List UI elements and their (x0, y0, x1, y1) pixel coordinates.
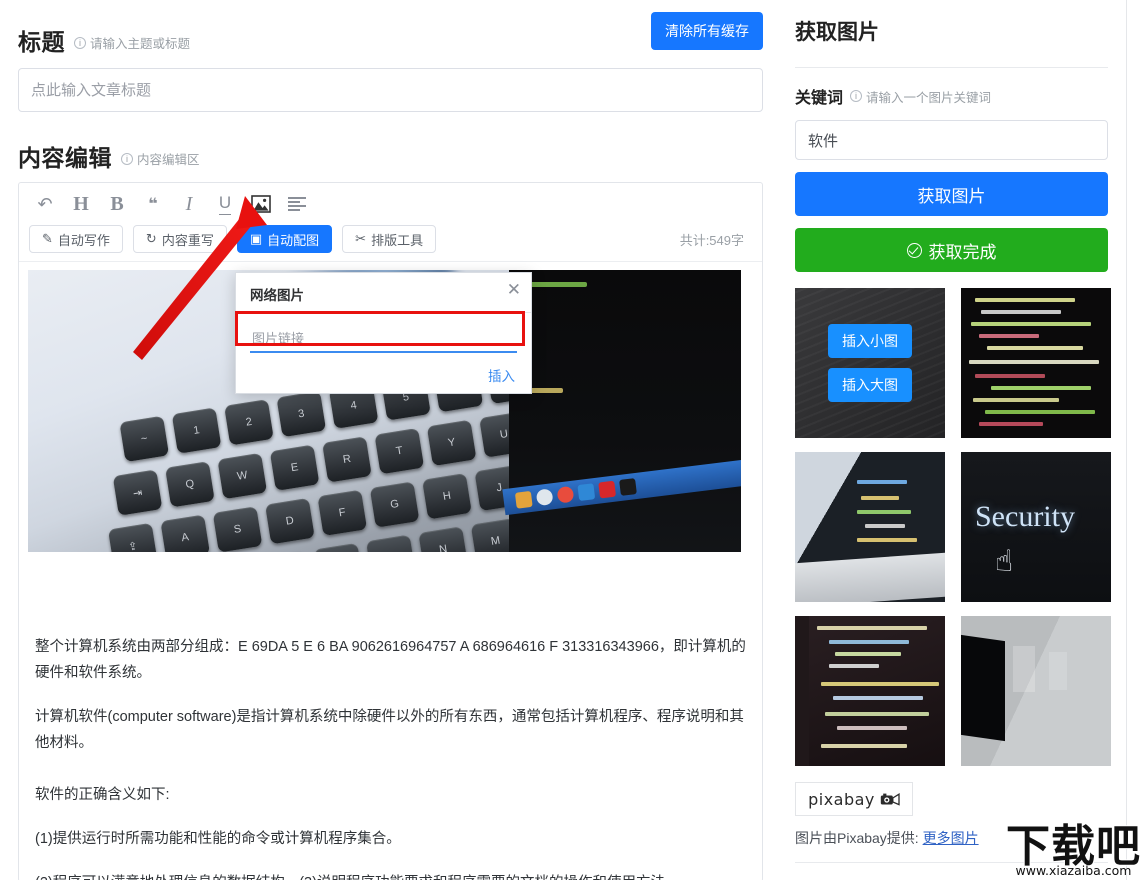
info-icon-2: i (121, 152, 133, 165)
image-grid: 插入小图 插入大图 Security ☝ (795, 288, 1111, 766)
auto-illustrate-label: 自动配图 (267, 232, 320, 248)
close-icon[interactable]: ✕ (507, 281, 521, 298)
editor-text-content[interactable]: 整个计算机系统由两部分组成：E 69DA 5 E 6 BA 9062616964… (35, 634, 748, 880)
info-icon: i (74, 36, 86, 49)
insert-button[interactable]: 插入 (488, 369, 515, 384)
more-images-link[interactable]: 更多图片 (923, 830, 979, 846)
pixabay-wordmark: pixabay (808, 789, 875, 809)
check-circle-icon (906, 242, 922, 258)
fetch-images-title: 获取图片 (795, 21, 879, 44)
watermark-brand: 下载吧 (1005, 820, 1141, 872)
title-hint-text: 请输入主题或标题 (90, 37, 191, 51)
title-section-header: 标题 i 请输入主题或标题 清除所有缓存 (18, 12, 763, 55)
app-root: 标题 i 请输入主题或标题 清除所有缓存 内容编辑 i 内容编辑区 ↶ H B … (0, 0, 1143, 880)
layout-tools-button[interactable]: ✂ 排版工具 (342, 225, 437, 253)
thumb-security[interactable]: Security ☝ (961, 452, 1111, 602)
auto-illustrate-button[interactable]: ▣ 自动配图 (236, 225, 333, 253)
content-section-header: 内容编辑 i 内容编辑区 (18, 130, 763, 170)
align-left-icon[interactable] (279, 189, 315, 219)
layout-tools-label: 排版工具 (371, 232, 424, 248)
content-rewrite-button[interactable]: ↻ 内容重写 (132, 225, 227, 253)
divider (795, 67, 1108, 68)
refresh-icon: ↻ (145, 231, 157, 246)
image-icon[interactable] (243, 189, 279, 219)
hero-right-screen (502, 270, 741, 552)
undo-icon[interactable]: ↶ (27, 189, 63, 219)
page-title: 标题 (18, 29, 65, 55)
auto-write-button[interactable]: ✎ 自动写作 (29, 225, 123, 253)
info-icon-3: i (850, 90, 863, 102)
insert-small-button[interactable]: 插入小图 (828, 324, 912, 358)
site-watermark: 下载吧 www.xiazaiba.com (1005, 820, 1141, 878)
editor-toolbar: ↶ H B ❝ I U (19, 183, 762, 221)
brush-icon: ✂ (355, 231, 367, 246)
monitor-screen-art (961, 634, 1005, 742)
dialog-title: 网络图片 (250, 284, 304, 313)
camera-icon (880, 792, 900, 806)
url-field-wrap (250, 327, 517, 353)
thumb-editor-code[interactable] (795, 616, 945, 766)
taskbar-art (502, 458, 741, 516)
keyword-row: 关键词 i 请输入一个图片关键词 (795, 84, 1108, 108)
pencil-icon: ✎ (42, 231, 53, 246)
clear-cache-button[interactable]: 清除所有缓存 (651, 12, 763, 50)
paragraph: (2)程序可以满意地处理信息的数据结构。(3)说明程序功能要求和程序需要的文档的… (35, 870, 748, 880)
thumb-monitor[interactable] (961, 616, 1111, 766)
italic-icon[interactable]: I (171, 189, 207, 219)
fetch-images-label: 获取图片 (917, 186, 986, 206)
auto-write-label: 自动写作 (57, 232, 110, 248)
article-title-input[interactable] (18, 68, 763, 112)
content-rewrite-label: 内容重写 (161, 232, 214, 248)
thumb-laptop-code[interactable] (795, 452, 945, 602)
dialog-footer: 插入 (236, 353, 531, 386)
thumb-code-dark[interactable]: 插入小图 插入大图 (795, 288, 945, 438)
watermark-url: www.xiazaiba.com (1015, 863, 1132, 878)
picture-icon: ▣ (249, 231, 263, 246)
content-hint: i 内容编辑区 (121, 149, 200, 170)
right-pane: 获取图片 关键词 i 请输入一个图片关键词 获取图片 获取完成 插入小图 插入大… (783, 0, 1126, 880)
insert-large-button[interactable]: 插入大图 (828, 368, 912, 402)
fetch-images-button[interactable]: 获取图片 (795, 172, 1108, 216)
image-url-input[interactable] (250, 327, 517, 353)
dialog-header: 网络图片 ✕ (236, 273, 531, 313)
fetch-done-button[interactable]: 获取完成 (795, 228, 1108, 272)
left-pane: 标题 i 请输入主题或标题 清除所有缓存 内容编辑 i 内容编辑区 ↶ H B … (0, 0, 781, 880)
paragraph: 软件的正确含义如下: (35, 787, 170, 803)
paragraph: 整个计算机系统由两部分组成：E 69DA 5 E 6 BA 9062616964… (35, 639, 746, 681)
paragraph: 计算机软件(computer software)是指计算机系统中除硬件以外的所有… (35, 709, 744, 751)
hand-cursor-icon: ☝ (995, 545, 1014, 578)
content-heading: 内容编辑 (18, 145, 112, 171)
bold-icon[interactable]: B (99, 189, 135, 219)
keyword-input[interactable] (795, 120, 1108, 160)
heading-icon[interactable]: H (63, 189, 99, 219)
content-hint-text: 内容编辑区 (137, 153, 200, 167)
thumb-terminal-colorful[interactable] (961, 288, 1111, 438)
security-text: Security (975, 500, 1075, 533)
network-image-dialog: 网络图片 ✕ 插入 (235, 272, 532, 394)
word-count: 共计:549字 (679, 232, 744, 248)
fetch-done-label: 获取完成 (928, 242, 997, 262)
attribution-text: 图片由Pixabay提供: (795, 830, 923, 846)
title-hint: i 请输入主题或标题 (74, 33, 190, 54)
editor-action-row: ✎ 自动写作 ↻ 内容重写 ▣ 自动配图 ✂ 排版工具 共计:549字 (19, 221, 762, 261)
right-gutter (1127, 0, 1143, 880)
paragraph: (1)提供运行时所需功能和性能的命令或计算机程序集合。 (35, 831, 401, 847)
underline-icon[interactable]: U (207, 189, 243, 219)
keyword-hint-text: 请输入一个图片关键词 (866, 90, 992, 105)
keyword-label: 关键词 (795, 90, 844, 107)
pixabay-logo: pixabay (795, 782, 913, 816)
thumb-overlay: 插入小图 插入大图 (795, 288, 945, 438)
keyword-hint: i 请输入一个图片关键词 (850, 87, 991, 106)
quote-icon[interactable]: ❝ (135, 189, 171, 219)
